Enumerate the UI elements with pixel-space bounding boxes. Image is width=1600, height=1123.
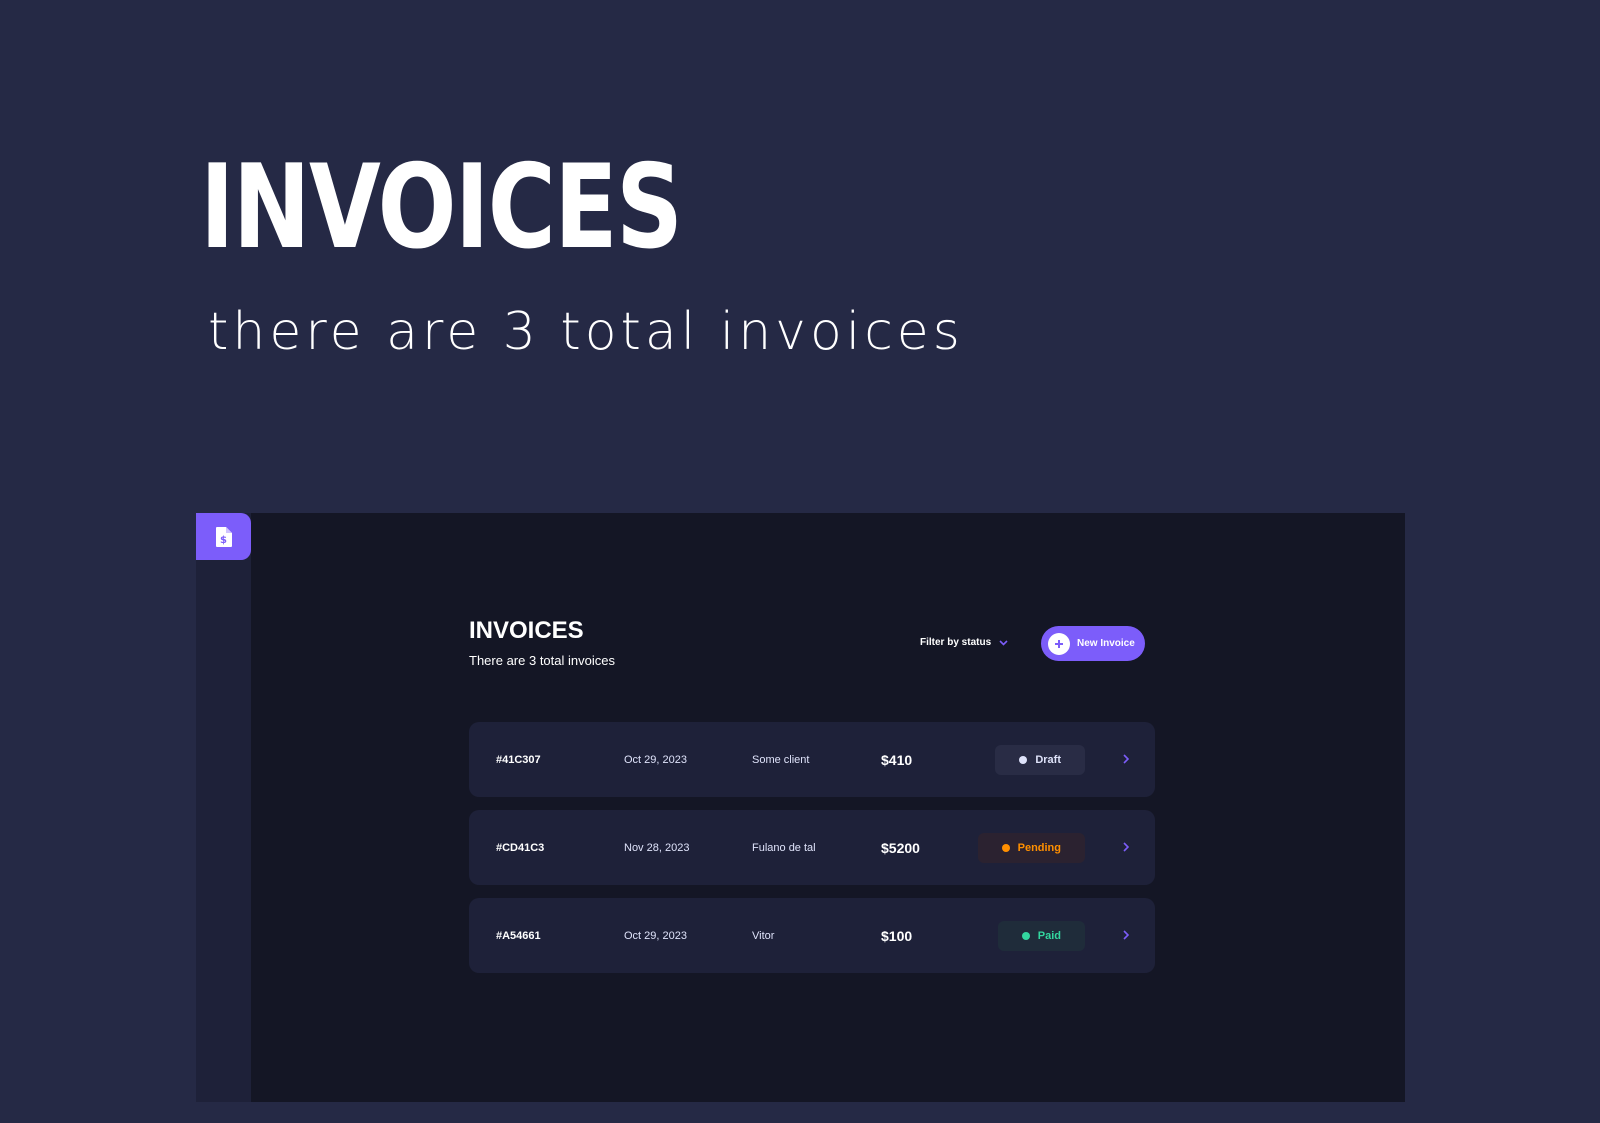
invoice-amount: $100 [881,927,913,944]
chevron-right-icon[interactable] [1123,754,1129,764]
invoice-client: Some client [752,753,810,766]
status-dot-icon [1021,932,1030,940]
invoice-client: Fulano de tal [752,841,816,854]
plus-icon [1048,632,1070,655]
chevron-right-icon[interactable] [1123,842,1129,852]
status-label: Draft [1035,754,1061,766]
page-title: INVOICES [469,617,584,644]
invoice-date: Nov 28, 2023 [624,841,690,854]
invoice-dollar-icon: $ [215,526,232,547]
svg-text:$: $ [220,535,227,546]
invoice-id: #CD41C3 [496,841,545,854]
invoice-client: Vitor [752,929,775,942]
new-invoice-button[interactable]: New Invoice [1041,626,1145,661]
invoice-row[interactable]: #41C307 Oct 29, 2023 Some client $410 Draft [469,722,1155,797]
invoice-amount: $5200 [881,839,920,856]
status-label: Paid [1037,930,1061,942]
invoice-row[interactable]: #CD41C3 Nov 28, 2023 Fulano de tal $5200 Pen… [469,810,1155,885]
invoice-row[interactable]: #A54661 Oct 29, 2023 Vitor $100 Paid [469,898,1155,973]
logo-button[interactable]: $ [196,513,251,560]
hero-subtitle: there are 3 total invoices [208,302,964,362]
invoice-date: Oct 29, 2023 [624,929,687,942]
invoice-amount: $410 [881,751,913,768]
status-badge: Pending [977,833,1085,863]
page-subtitle: There are 3 total invoices [469,653,615,668]
sidebar: $ [196,513,251,1102]
new-invoice-label: New Invoice [1077,638,1135,649]
status-label: Pending [1017,842,1061,854]
status-dot-icon [1019,756,1028,764]
status-badge: Draft [995,745,1085,775]
chevron-down-icon [999,639,1008,646]
app-screenshot: $ INVOICES There are 3 total invoices Fi… [196,513,1405,1102]
status-dot-icon [1001,844,1010,852]
hero-title: INVOICES [200,140,683,275]
invoice-id: #41C307 [496,753,541,766]
filter-label: Filter by status [920,637,992,648]
chevron-right-icon[interactable] [1123,930,1129,940]
status-badge: Paid [997,921,1085,951]
invoice-date: Oct 29, 2023 [624,753,687,766]
invoice-id: #A54661 [496,929,541,942]
filter-by-status-dropdown[interactable]: Filter by status [920,637,1008,648]
